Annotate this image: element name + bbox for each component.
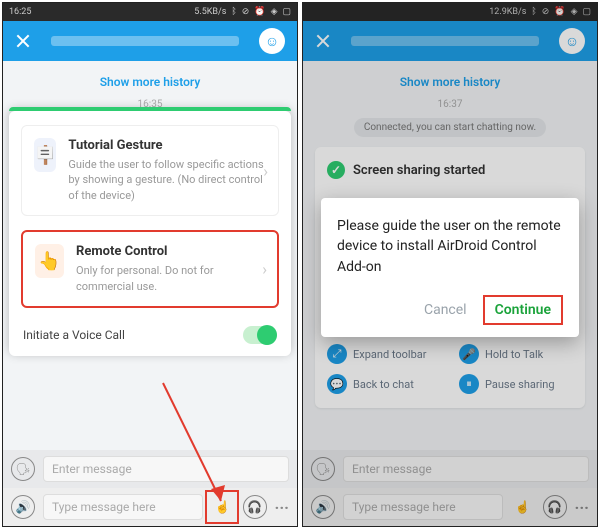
touch-icon: 👆	[35, 244, 64, 278]
header-title	[51, 36, 239, 46]
phone-left: 16:25 5.5KB/s ᛒ ⊘ ⏰ ◈ ▢ ☺ Show more hist…	[2, 2, 298, 527]
app-header: ☺	[3, 21, 297, 61]
continue-button[interactable]: Continue	[483, 295, 563, 325]
option-desc: Only for personal. Do not for commercial…	[76, 263, 265, 294]
option-title: Remote Control	[76, 244, 265, 259]
alarm-icon: ⏰	[254, 7, 265, 17]
dialog-body: Please guide the user on the remote devi…	[337, 216, 563, 277]
audio-icon[interactable]: 🔊	[11, 495, 35, 519]
voice-call-row: Initiate a Voice Call	[21, 322, 279, 344]
headset-icon[interactable]: 🎧	[243, 495, 267, 519]
highlight-gesture-button	[205, 490, 239, 524]
status-bar: 16:25 5.5KB/s ᛒ ⊘ ⏰ ◈ ▢	[3, 3, 297, 21]
status-time: 16:25	[9, 7, 31, 17]
option-tutorial-gesture[interactable]: 🪧 Tutorial Gesture Guide the user to fol…	[21, 125, 279, 216]
voice-call-toggle[interactable]	[243, 326, 277, 344]
message-input-lower[interactable]: Type message here	[43, 494, 203, 520]
signpost-icon: 🪧	[34, 138, 56, 172]
voice-call-label: Initiate a Voice Call	[23, 328, 125, 342]
cancel-button[interactable]: Cancel	[412, 296, 479, 324]
avatar-icon[interactable]: ☺	[259, 28, 285, 54]
phone-right: 12.9KB/s ᛒ ⊘ ⏰ ◈ ▢ ☺ Show more history 1…	[302, 2, 598, 527]
option-title: Tutorial Gesture	[68, 138, 266, 153]
input-bar-lower: 🔊 Type message here ☝ 🎧 ···	[3, 488, 297, 526]
action-sheet: 🪧 Tutorial Gesture Guide the user to fol…	[9, 111, 291, 356]
message-input[interactable]: Enter message	[43, 456, 289, 482]
show-history-link[interactable]: Show more history	[15, 75, 285, 89]
install-addon-dialog: Please guide the user on the remote devi…	[321, 198, 579, 337]
dnd-icon: ⊘	[242, 7, 250, 17]
voice-icon[interactable]: 🗣	[11, 457, 35, 481]
more-icon[interactable]: ···	[275, 498, 289, 517]
bluetooth-icon: ᛒ	[231, 7, 236, 17]
input-bar-upper: 🗣 Enter message	[3, 450, 297, 488]
option-remote-control[interactable]: 👆 Remote Control Only for personal. Do n…	[21, 230, 279, 308]
close-icon[interactable]	[15, 33, 31, 49]
status-net: 5.5KB/s	[194, 7, 226, 17]
battery-icon: ▢	[282, 7, 291, 17]
chevron-right-icon: ›	[263, 161, 268, 180]
chevron-right-icon: ›	[262, 260, 267, 279]
wifi-icon: ◈	[271, 7, 278, 17]
option-desc: Guide the user to follow specific action…	[68, 157, 266, 203]
